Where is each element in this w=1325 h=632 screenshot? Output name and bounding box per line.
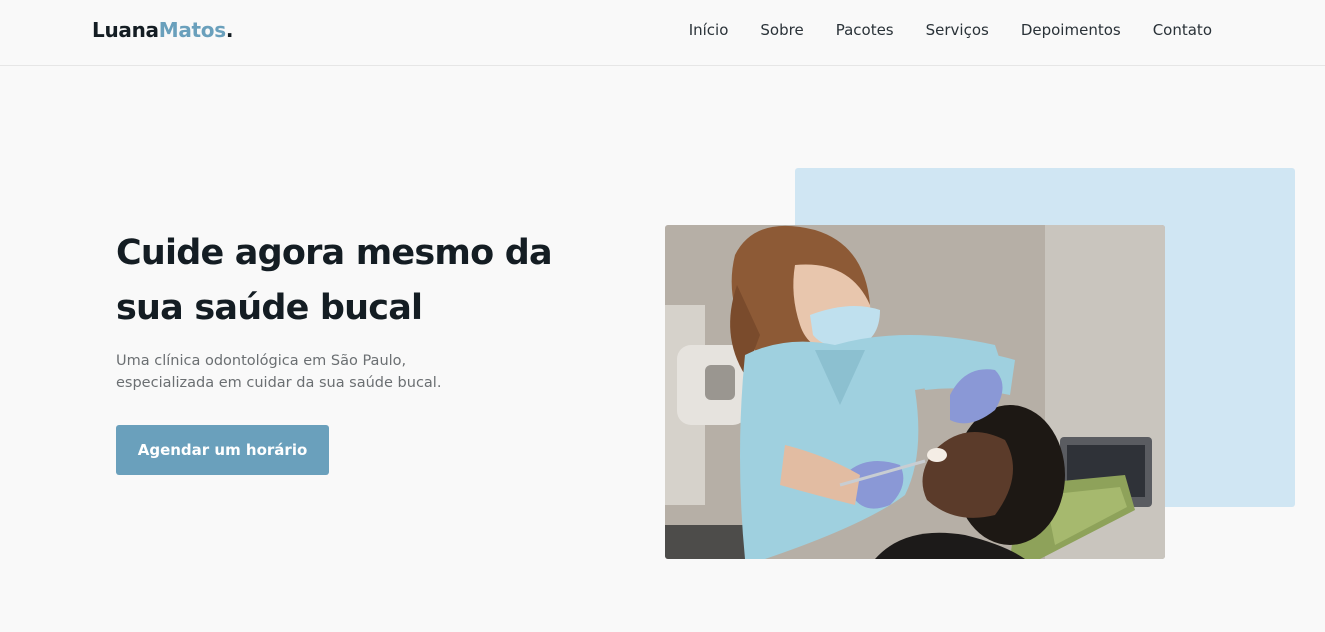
nav-link-sobre[interactable]: Sobre bbox=[760, 20, 803, 40]
site-header: LuanaMatos. Início Sobre Pacotes Serviço… bbox=[0, 0, 1325, 66]
logo-main: Luana bbox=[92, 18, 159, 42]
nav-link-pacotes[interactable]: Pacotes bbox=[836, 20, 894, 40]
hero-title: Cuide agora mesmo da sua saúde bucal bbox=[116, 233, 553, 328]
nav-link-depoimentos[interactable]: Depoimentos bbox=[1021, 20, 1121, 40]
logo-dot: . bbox=[225, 18, 234, 42]
hero-photo bbox=[665, 225, 1165, 559]
hero-description: Uma clínica odontológica em São Paulo, e… bbox=[116, 353, 442, 391]
logo-accent: Matos bbox=[158, 18, 226, 42]
nav-link-inicio[interactable]: Início bbox=[689, 20, 729, 40]
nav-link-servicos[interactable]: Serviços bbox=[926, 20, 989, 40]
dentist-illustration bbox=[665, 225, 1165, 559]
schedule-button[interactable]: Agendar um horário bbox=[116, 425, 329, 475]
logo[interactable]: LuanaMatos. bbox=[92, 18, 233, 42]
main-nav: Início Sobre Pacotes Serviços Depoimento… bbox=[689, 20, 1212, 40]
nav-link-contato[interactable]: Contato bbox=[1153, 20, 1212, 40]
